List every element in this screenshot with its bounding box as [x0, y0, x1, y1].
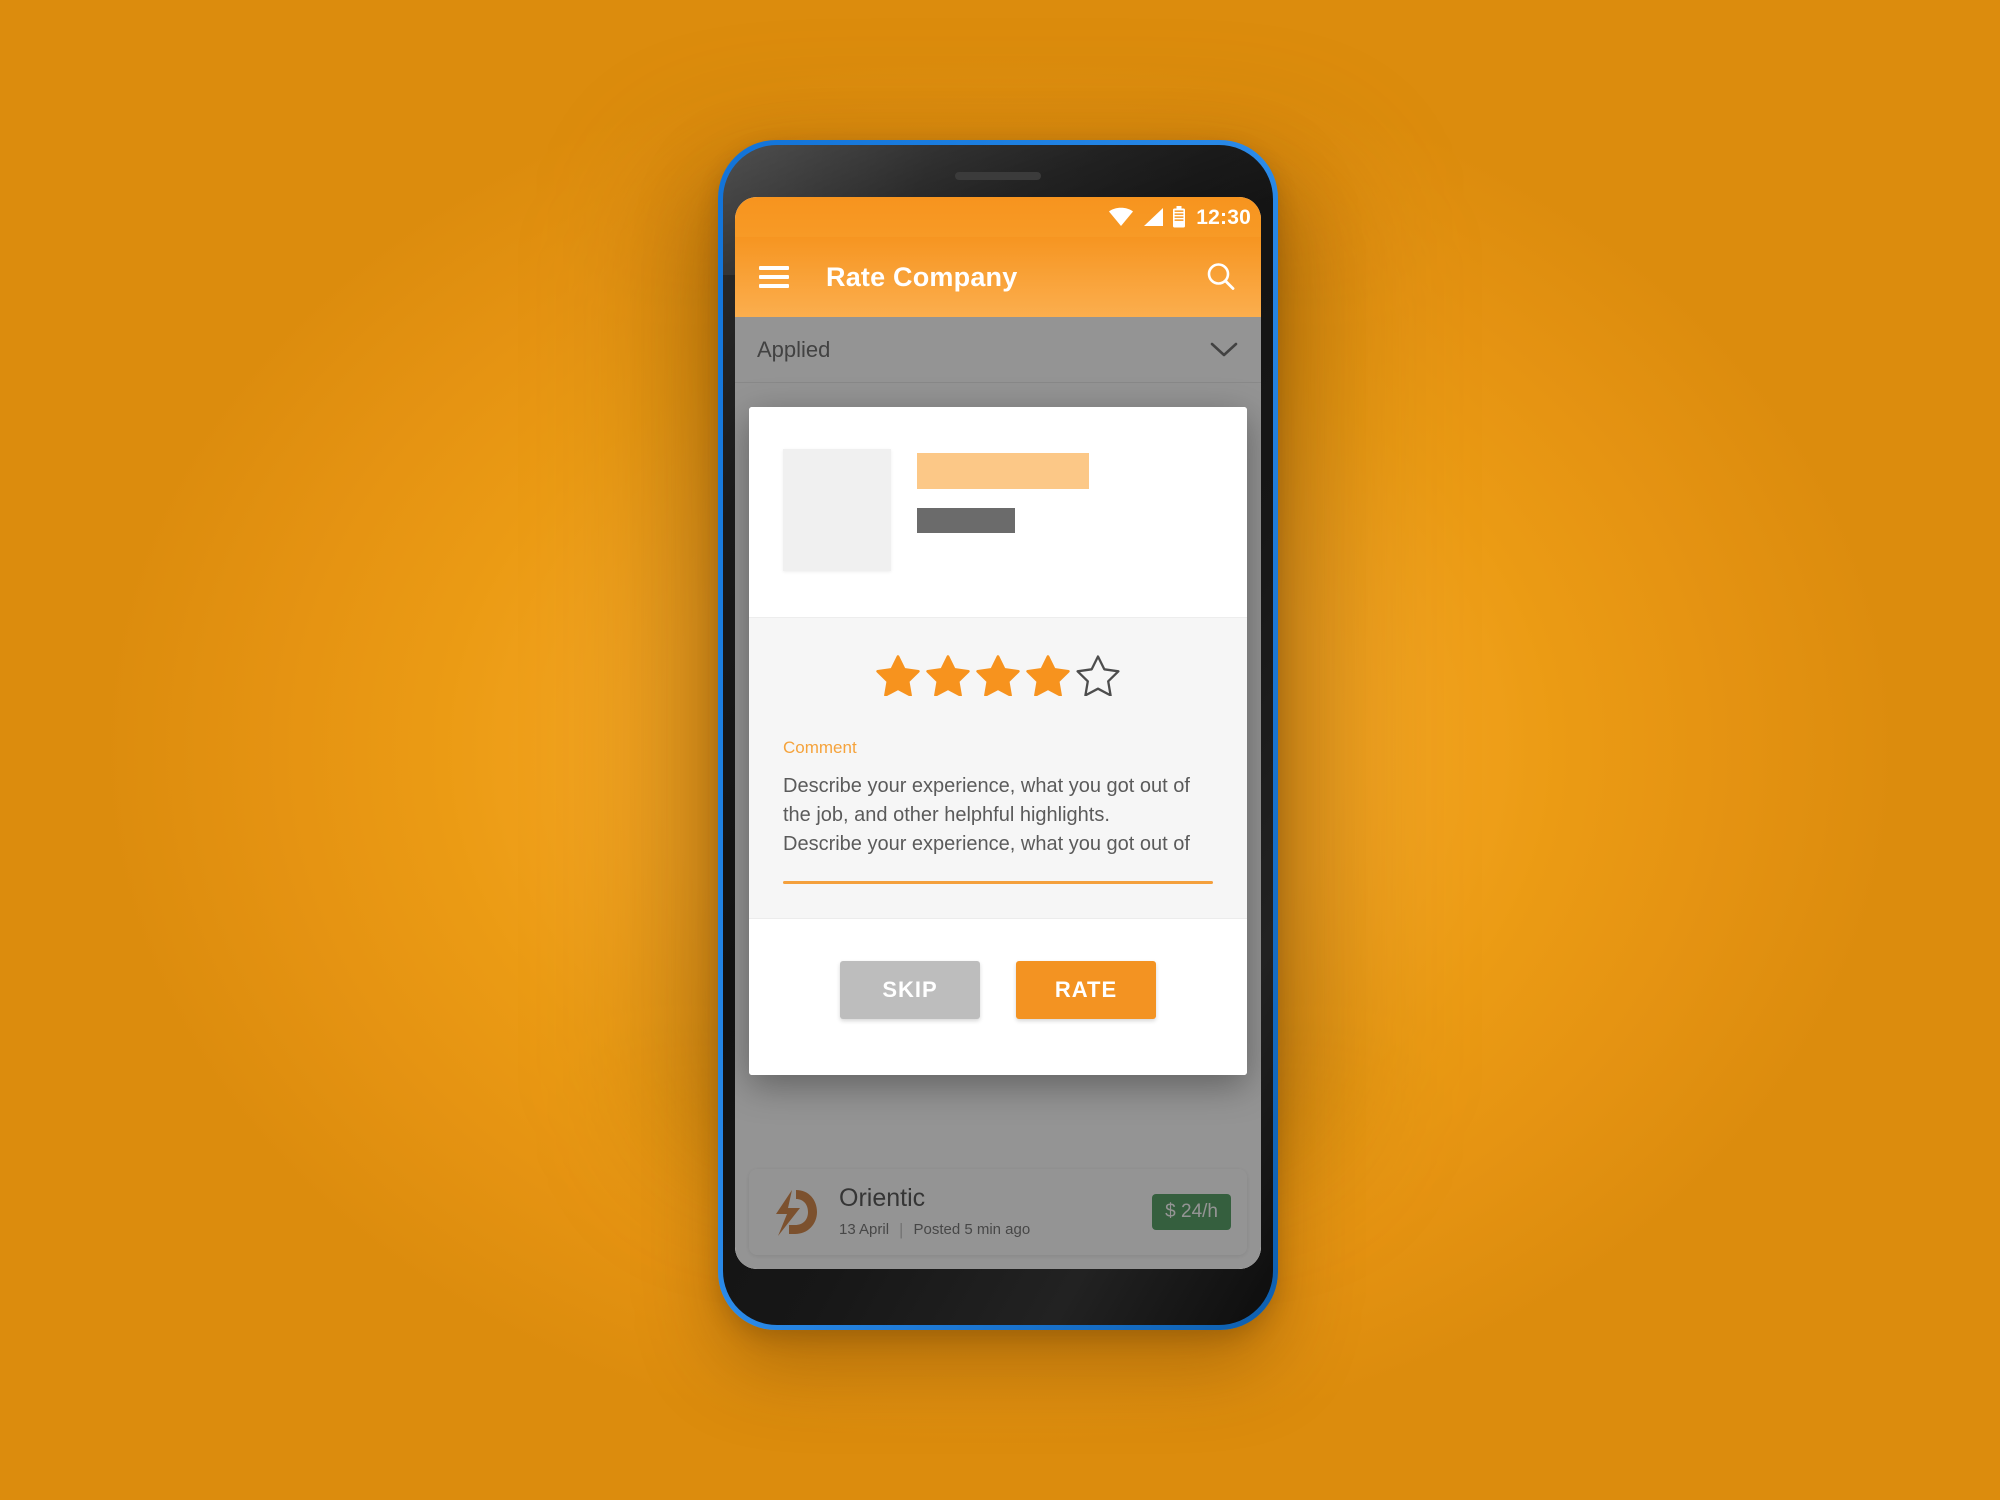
image-placeholder — [783, 449, 891, 571]
rate-company-dialog: Comment Describe your experience, what y… — [749, 407, 1247, 1075]
battery-icon — [1172, 206, 1186, 228]
star-filled-icon[interactable] — [926, 654, 970, 696]
phone-screen: 12:30 Rate Company Comment Describe your… — [735, 197, 1261, 1269]
page-title: Rate Company — [826, 261, 1018, 292]
phone-bezel: 12:30 Rate Company Comment Describe your… — [723, 145, 1273, 1325]
status-bar-time: 12:30 — [1196, 205, 1251, 229]
dialog-header — [749, 407, 1247, 617]
status-bar: 12:30 — [735, 197, 1261, 237]
title-placeholder-bar — [917, 453, 1089, 489]
wifi-icon — [1108, 207, 1134, 227]
rate-button[interactable]: RATE — [1016, 961, 1156, 1019]
app-bar: Rate Company — [735, 237, 1261, 317]
hamburger-menu-icon[interactable] — [759, 266, 789, 288]
comment-line-1: Describe your experience, what you got o… — [783, 775, 1190, 797]
star-filled-icon[interactable] — [876, 654, 920, 696]
phone-device: 12:30 Rate Company Comment Describe your… — [718, 140, 1278, 1330]
star-filled-icon[interactable] — [976, 654, 1020, 696]
star-rating[interactable] — [749, 654, 1247, 696]
text-placeholders — [917, 449, 1213, 533]
comment-section: Comment Describe your experience, what y… — [749, 722, 1247, 918]
star-outline-icon[interactable] — [1076, 654, 1120, 696]
scene: 12:30 Rate Company Comment Describe your… — [0, 0, 2000, 1500]
star-filled-icon[interactable] — [1026, 654, 1070, 696]
dialog-actions: SKIP RATE — [749, 918, 1247, 1075]
signal-icon — [1142, 207, 1164, 227]
earpiece-speaker — [955, 172, 1041, 180]
subtitle-placeholder-bar — [917, 508, 1015, 533]
skip-button[interactable]: SKIP — [840, 961, 980, 1019]
comment-line-2: the job, and other helphful highlights. — [783, 804, 1110, 826]
comment-label: Comment — [783, 738, 857, 757]
search-icon[interactable] — [1205, 261, 1237, 293]
rating-section — [749, 617, 1247, 722]
comment-input[interactable]: Describe your experience, what you got o… — [783, 772, 1213, 859]
comment-input-underline — [783, 881, 1213, 884]
comment-line-3: Describe your experience, what you got o… — [783, 833, 1190, 855]
